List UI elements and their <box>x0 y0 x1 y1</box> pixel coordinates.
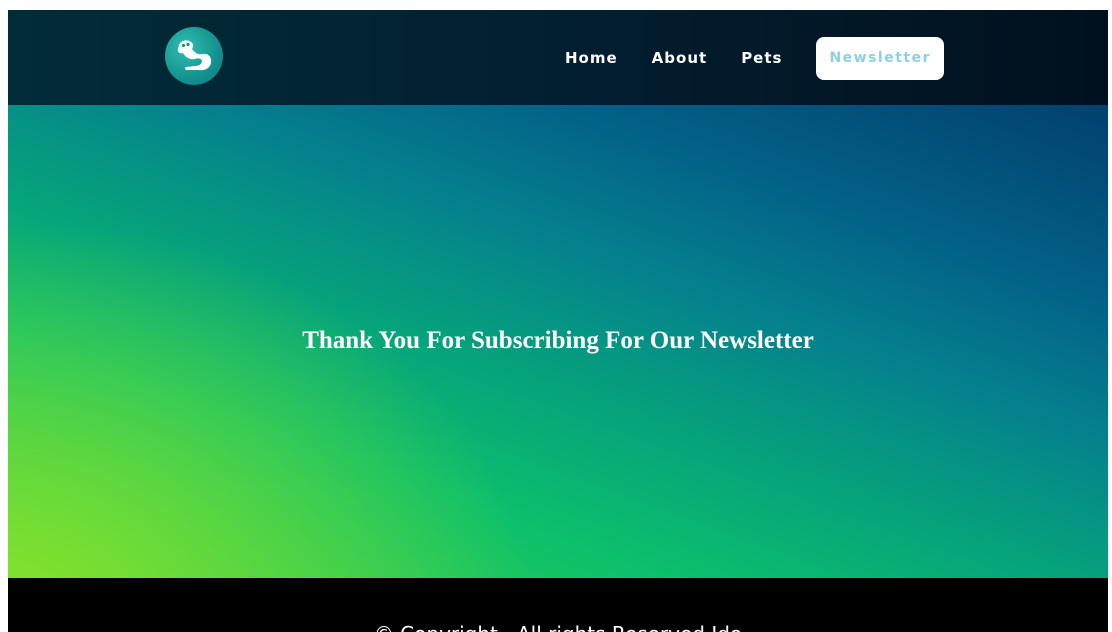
page-right-edge <box>1108 10 1112 632</box>
nav-about-link[interactable]: About <box>652 49 708 67</box>
site-footer: © Copyright . All rights Reserved.Ido <box>8 578 1108 632</box>
newsletter-button[interactable]: Newsletter <box>816 36 945 80</box>
thank-you-heading: Thank You For Subscribing For Our Newsle… <box>302 327 814 354</box>
copyright-text: © Copyright . All rights Reserved.Ido <box>8 622 1108 632</box>
browser-top-strip <box>0 0 1112 10</box>
page: Home About Pets Newsletter Thank You For… <box>8 10 1108 632</box>
site-header: Home About Pets Newsletter <box>8 10 1108 105</box>
main-nav: Home About Pets Newsletter <box>565 36 945 80</box>
hero-section: Thank You For Subscribing For Our Newsle… <box>8 105 1108 578</box>
nav-pets-link[interactable]: Pets <box>741 49 782 67</box>
nav-home-link[interactable]: Home <box>565 49 618 67</box>
ferret-logo-icon[interactable] <box>165 27 223 85</box>
